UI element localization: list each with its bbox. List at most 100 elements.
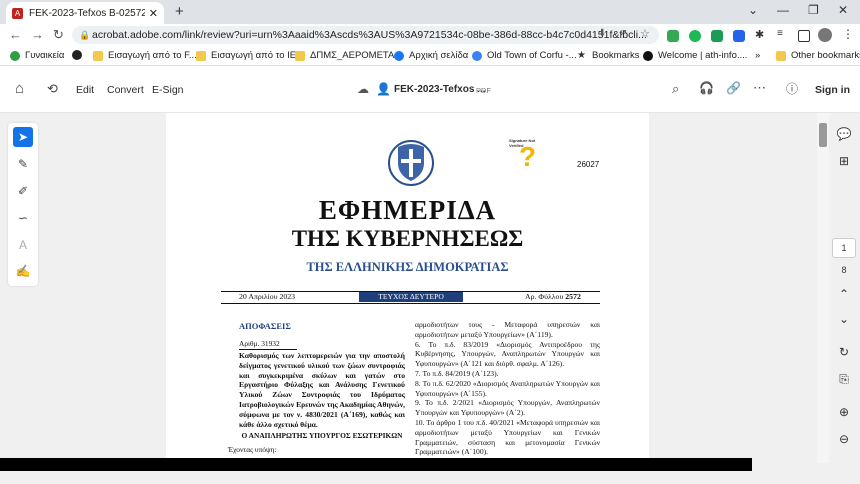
bookmark-item[interactable]: ΔΠΜΣ_ΑΕΡΟΜΕΤΑ... (295, 50, 402, 61)
minister-heading: Ο ΑΝΑΠΛΗΡΩΤΗΣ ΥΠΟΥΡΓΟΣ ΕΣΩΤΕΡΙΚΩΝ (241, 431, 403, 440)
browser-tab[interactable]: A FEK-2023-Tefxos B-02572-downl ✕ (6, 2, 164, 24)
menu-convert[interactable]: Convert (107, 84, 144, 96)
draw-freehand-icon[interactable]: ∽ (13, 208, 33, 228)
close-window-button[interactable]: ✕ (838, 3, 848, 17)
history-icon[interactable]: ⟲ (47, 81, 58, 97)
menu-kebab-icon[interactable]: ⋮ (842, 27, 854, 41)
forward-arrow-icon[interactable]: → (31, 27, 44, 42)
bookmark-item[interactable]: ★ Bookmarks (577, 50, 640, 61)
bookmark-item[interactable]: Other bookmarks (776, 50, 860, 61)
thumbnails-grid-icon[interactable]: ⊞ (832, 154, 856, 168)
select-cursor-icon[interactable]: ➤ (13, 127, 33, 147)
url-text: acrobat.adobe.com/link/review?uri=urn%3A… (92, 29, 647, 41)
new-tab-button[interactable]: + (175, 3, 184, 20)
more-options-icon[interactable]: ⋯ (753, 80, 766, 96)
install-icon[interactable]: ⬇ (598, 28, 610, 40)
issue-label: ΤΕΥΧΟΣ ΔΕΥΤΕΡΟ (359, 292, 463, 302)
tab-close-icon[interactable]: ✕ (149, 7, 158, 20)
current-page-number[interactable]: 1 (832, 238, 856, 258)
address-bar[interactable]: 🔒 acrobat.adobe.com/link/review?uri=urn%… (72, 26, 659, 44)
grammarly-extension-icon[interactable] (689, 30, 701, 42)
cloud-icon: ☁ (357, 82, 369, 96)
bookmark-item[interactable]: Welcome | ath-info.... (643, 50, 747, 61)
sign-in-button[interactable]: Sign in (815, 84, 850, 96)
decisions-heading: ΑΠΟΦΑΣΕΙΣ (239, 321, 291, 331)
search-icon[interactable]: ⌕ (672, 81, 679, 97)
greek-coat-of-arms-icon (388, 140, 434, 186)
tab-title: FEK-2023-Tefxos B-02572-downl (29, 7, 145, 19)
help-icon[interactable]: ⓘ (786, 80, 798, 97)
rotate-icon[interactable]: ↻ (832, 345, 856, 359)
bookmark-item[interactable]: Γυναικεία (10, 50, 64, 61)
tab-search-icon[interactable]: ⌄ (748, 3, 758, 17)
text-box-icon[interactable]: A (13, 235, 33, 255)
link-icon[interactable]: 🔗 (726, 81, 741, 95)
reload-icon[interactable]: ↻ (53, 27, 64, 43)
side-panel-icon[interactable] (798, 30, 810, 42)
add-comment-icon[interactable]: ✎ (13, 154, 33, 174)
decision-title: Καθορισμός των λεπτομερειών για την αποσ… (239, 351, 405, 429)
bookmark-item[interactable]: Εισαγωγή από το F... (93, 50, 197, 61)
chevron-up-icon[interactable]: ⌃ (832, 287, 856, 301)
bookmarks-bar: Γυναικεία Εισαγωγή από το F... Εισαγωγή … (0, 46, 860, 66)
document-number: 26027 (577, 160, 600, 169)
acrobat-toolbar: ⌂ ⟲ Edit Convert E-Sign ☁ 👤 FEK-2023-Tef… (0, 66, 860, 113)
share-icon[interactable]: ↗ (619, 28, 631, 40)
bookmark-icon (10, 50, 20, 61)
bookmark-star-icon[interactable]: ☆ (640, 27, 652, 40)
bookmark-item[interactable]: Αρχική σελίδα (394, 50, 468, 61)
media-icon[interactable]: ≡ (777, 28, 789, 40)
zoom-out-icon[interactable]: ⊖ (832, 432, 856, 446)
pdf-icon: A (12, 7, 23, 19)
scrollbar-thumb[interactable] (819, 123, 827, 147)
highlight-pen-icon[interactable]: ✐ (13, 181, 33, 201)
folder-icon (295, 50, 305, 61)
globe-icon (72, 50, 82, 60)
question-mark-icon: ? (519, 141, 537, 172)
chevron-down-icon[interactable]: ⌄ (832, 312, 856, 326)
extensions-puzzle-icon[interactable]: ✱ (755, 28, 767, 41)
back-arrow-icon[interactable]: ← (9, 27, 22, 42)
document-type: PDF (476, 86, 491, 95)
lock-icon: 🔒 (79, 30, 91, 40)
sign-icon[interactable]: ✍ (13, 261, 33, 281)
gazette-title-line1: ΕΦΗΜΕΡΙΔΑ (318, 195, 497, 225)
menu-edit[interactable]: Edit (76, 84, 94, 96)
pdf-page: Signature Not Verified ? 26027 ΕΦΗΜΕΡΙΔΑ… (166, 113, 649, 463)
extension-icon[interactable] (711, 30, 723, 42)
vertical-scrollbar[interactable] (817, 113, 829, 463)
having-regard-text: Έχοντας υπόψη: (228, 445, 277, 454)
profile-avatar[interactable] (818, 28, 832, 42)
divider-line (221, 303, 600, 304)
right-column-text: αρμοδιοτήτων τους - Μεταφορά υπηρεσιών κ… (415, 320, 600, 457)
extension-icon[interactable] (733, 30, 745, 42)
site-icon (643, 50, 653, 61)
document-workspace: ➤ ✎ ✐ ∽ A ✍ Signature Not Verified ? 260… (0, 113, 860, 484)
bookmark-item[interactable]: Old Town of Corfu -... (472, 50, 577, 61)
maximize-button[interactable]: ❐ (808, 3, 819, 17)
star-icon: ★ (577, 49, 586, 61)
navigation-bar: ← → ↻ 🔒 acrobat.adobe.com/link/review?ur… (0, 24, 860, 46)
bookmark-item[interactable]: Εισαγωγή από το IE (196, 50, 296, 61)
signature-stamp: Signature Not Verified ? (509, 138, 549, 174)
home-icon[interactable]: ⌂ (15, 80, 24, 97)
document-title[interactable]: FEK-2023-Tefxos ... (394, 84, 486, 95)
minimize-button[interactable]: — (777, 3, 789, 17)
browser-tab-strip: A FEK-2023-Tefxos B-02572-downl ✕ + ⌄ — … (0, 0, 860, 24)
facebook-icon (394, 50, 404, 61)
globe-icon (472, 50, 482, 61)
bookmark-item[interactable] (72, 50, 87, 60)
menu-esign[interactable]: E-Sign (152, 84, 184, 96)
gazette-title-line2: ΤΗΣ ΚΥΒΕΡΝΗΣΕΩΣ (291, 226, 524, 251)
total-pages: 8 (841, 265, 847, 275)
zoom-in-icon[interactable]: ⊕ (832, 405, 856, 419)
folder-icon (196, 50, 206, 61)
decision-number: Αριθμ. 31932 (239, 339, 297, 350)
comments-panel-icon[interactable]: 💬 (832, 127, 856, 141)
headphones-icon[interactable]: 🎧 (699, 81, 714, 95)
drive-extension-icon[interactable] (667, 30, 679, 42)
quick-tools-panel: ➤ ✎ ✐ ∽ A ✍ (8, 123, 38, 286)
more-bookmarks-button[interactable]: » (755, 50, 760, 61)
sheet-info: Αρ. Φύλλου 2572 (525, 292, 581, 301)
export-document-icon[interactable]: ⎘ (832, 372, 856, 387)
